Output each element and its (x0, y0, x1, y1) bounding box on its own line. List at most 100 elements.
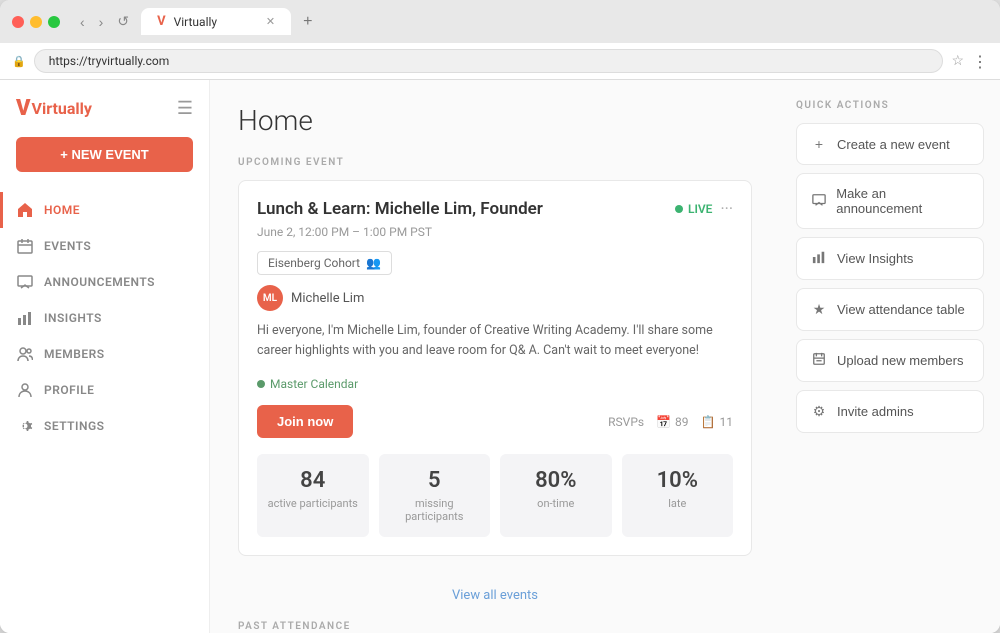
event-title: Lunch & Learn: Michelle Lim, Founder (257, 199, 543, 219)
calendar-tag: Master Calendar (257, 377, 358, 391)
rsvp-row: RSVPs 📅 89 📋 11 (608, 415, 733, 429)
browser-controls: ‹ › ↺ V Virtually ✕ + (12, 8, 988, 35)
quick-actions-label: QUICK ACTIONS (796, 100, 984, 111)
event-header: Lunch & Learn: Michelle Lim, Founder LIV… (257, 199, 733, 219)
sidebar-label-insights: INSIGHTS (44, 311, 102, 325)
sidebar-item-members[interactable]: MEMBERS (0, 336, 209, 372)
gear-action-icon: ⚙ (811, 403, 827, 420)
stat-card-late: 10% late (622, 454, 734, 537)
tab-close-button[interactable]: ✕ (266, 15, 275, 28)
attendance-table-button[interactable]: ★ View attendance table (796, 288, 984, 331)
logo: V Virtually (16, 96, 92, 121)
announcement-icon (16, 273, 34, 291)
hamburger-menu-icon[interactable]: ☰ (177, 98, 193, 119)
stat-value-active: 84 (267, 468, 359, 493)
sidebar-label-events: EVENTS (44, 239, 91, 253)
rsvp-item-1: 📅 89 (656, 415, 688, 429)
profile-icon (16, 381, 34, 399)
rsvp-item-2: 📋 11 (701, 415, 733, 429)
cohort-label: Eisenberg Cohort (268, 256, 360, 270)
address-bar[interactable]: https://tryvirtually.com (34, 49, 944, 73)
bookmark-icon[interactable]: ☆ (951, 53, 964, 69)
stat-value-missing: 5 (389, 468, 481, 493)
rsvp-icon-1: 📅 (656, 415, 671, 429)
invite-admins-button[interactable]: ⚙ Invite admins (796, 390, 984, 433)
live-badge: LIVE (675, 202, 713, 216)
event-description: Hi everyone, I'm Michelle Lim, founder o… (257, 321, 733, 361)
calendar-icon (16, 237, 34, 255)
sidebar-label-profile: PROFILE (44, 383, 94, 397)
stat-label-active: active participants (267, 497, 359, 510)
back-button[interactable]: ‹ (76, 11, 89, 32)
invite-admins-label: Invite admins (837, 404, 914, 419)
sidebar-item-home[interactable]: HOME (0, 192, 209, 228)
rsvp-count-1: 89 (675, 415, 689, 429)
calendar-label: Master Calendar (270, 377, 358, 391)
page-title: Home (238, 104, 752, 137)
sidebar-item-profile[interactable]: PROFILE (0, 372, 209, 408)
event-card: Lunch & Learn: Michelle Lim, Founder LIV… (238, 180, 752, 556)
tabs-bar: V Virtually ✕ + (141, 8, 320, 35)
upload-members-button[interactable]: Upload new members (796, 339, 984, 382)
make-announcement-label: Make an announcement (836, 186, 969, 216)
sidebar-header: V Virtually ☰ (0, 96, 209, 137)
event-status: LIVE ··· (675, 199, 733, 218)
rsvps-label: RSVPs (608, 415, 644, 429)
sidebar-item-events[interactable]: EVENTS (0, 228, 209, 264)
upload-members-label: Upload new members (837, 353, 963, 368)
quick-actions-panel: QUICK ACTIONS + Create a new event Make … (780, 80, 1000, 633)
new-tab-button[interactable]: + (295, 9, 320, 35)
sidebar-item-announcements[interactable]: ANNOUNCEMENTS (0, 264, 209, 300)
sidebar-label-home: HOME (44, 203, 80, 217)
insights-action-icon (811, 250, 827, 267)
cohort-tag: Eisenberg Cohort 👥 (257, 251, 392, 275)
join-now-button[interactable]: Join now (257, 405, 353, 438)
minimize-button[interactable] (30, 16, 42, 28)
forward-button[interactable]: › (95, 11, 108, 32)
view-insights-label: View Insights (837, 251, 913, 266)
sidebar-item-insights[interactable]: INSIGHTS (0, 300, 209, 336)
close-button[interactable] (12, 16, 24, 28)
logo-text: Virtually (32, 99, 92, 118)
browser-chrome: ‹ › ↺ V Virtually ✕ + (0, 0, 1000, 43)
plus-icon: + (811, 136, 827, 152)
live-label: LIVE (688, 202, 713, 216)
maximize-button[interactable] (48, 16, 60, 28)
calendar-dot (257, 380, 265, 388)
view-insights-button[interactable]: View Insights (796, 237, 984, 280)
stat-card-active: 84 active participants (257, 454, 369, 537)
create-event-button[interactable]: + Create a new event (796, 123, 984, 165)
stat-label-late: late (632, 497, 724, 510)
app-content: V Virtually ☰ + NEW EVENT HOME (0, 80, 1000, 633)
browser-window: ‹ › ↺ V Virtually ✕ + 🔒 https://tryvirtu… (0, 0, 1000, 633)
view-all-events-link[interactable]: View all events (238, 576, 752, 615)
refresh-button[interactable]: ↺ (113, 11, 133, 32)
star-action-icon: ★ (811, 301, 827, 318)
presenter-avatar: ML (257, 285, 283, 311)
tab-favicon: V (157, 14, 166, 29)
stat-value-late: 10% (632, 468, 724, 493)
sidebar-label-settings: SETTINGS (44, 419, 105, 433)
upcoming-event-label: UPCOMING EVENT (238, 157, 752, 168)
create-event-label: Create a new event (837, 137, 950, 152)
url-text: https://tryvirtually.com (49, 54, 170, 68)
new-event-button[interactable]: + NEW EVENT (16, 137, 193, 172)
upload-action-icon (811, 352, 827, 369)
make-announcement-button[interactable]: Make an announcement (796, 173, 984, 229)
active-tab[interactable]: V Virtually ✕ (141, 8, 291, 35)
cohort-members-icon: 👥 (366, 256, 381, 270)
sidebar-nav: HOME EVENTS ANNOUNCEMENTS (0, 192, 209, 444)
stat-card-ontime: 80% on-time (500, 454, 612, 537)
sidebar-item-settings[interactable]: SETTINGS (0, 408, 209, 444)
past-attendance-label: PAST ATTENDANCE (238, 621, 752, 632)
event-time: June 2, 12:00 PM – 1:00 PM PST (257, 225, 733, 239)
past-attendance-section: PAST ATTENDANCE Morning Session June 1, … (238, 621, 752, 633)
more-options-button[interactable]: ··· (720, 199, 733, 218)
main-content: Home UPCOMING EVENT Lunch & Learn: Miche… (210, 80, 780, 633)
sidebar-label-announcements: ANNOUNCEMENTS (44, 275, 155, 289)
browser-menu-icon[interactable]: ⋮ (972, 52, 988, 71)
sidebar-label-members: MEMBERS (44, 347, 105, 361)
presenter-row: ML Michelle Lim (257, 285, 733, 311)
stat-value-ontime: 80% (510, 468, 602, 493)
nav-buttons: ‹ › ↺ (76, 11, 133, 32)
